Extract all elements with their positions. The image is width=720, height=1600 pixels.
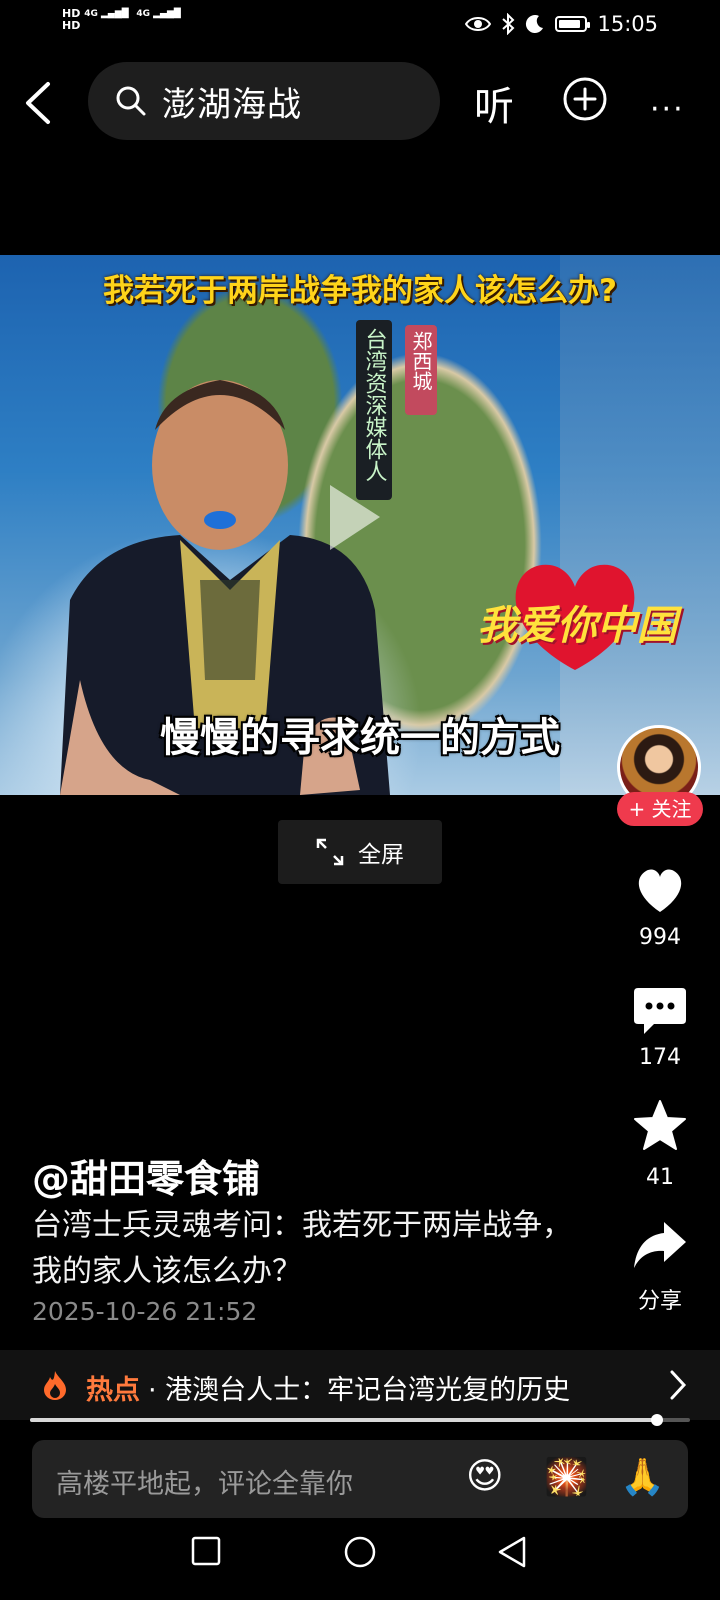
- emoji-heart-eyes-button[interactable]: 😍: [466, 1456, 504, 1497]
- search-icon: [116, 86, 146, 116]
- more-icon[interactable]: ···: [650, 92, 685, 127]
- search-query: 澎湖海战: [162, 84, 302, 125]
- signal-icon-2: 4G ▂▄▆█: [136, 9, 181, 19]
- signal-icon-1: 4G ▂▄▆█: [84, 9, 129, 19]
- moon-icon: [526, 15, 544, 34]
- logo-text: 我爱你中国: [477, 603, 677, 649]
- comment-icon[interactable]: [632, 982, 688, 1038]
- fullscreen-button[interactable]: 全屏: [278, 820, 442, 884]
- progress-handle[interactable]: [651, 1414, 663, 1426]
- hot-topic-text[interactable]: · 港澳台人士：牢记台湾光复的历史: [148, 1368, 570, 1407]
- emoji-pray-button[interactable]: 🙏: [620, 1456, 665, 1498]
- like-count: 994: [639, 925, 681, 950]
- search-bar[interactable]: 澎湖海战: [88, 62, 440, 140]
- back-icon[interactable]: [18, 78, 62, 128]
- follow-button[interactable]: + 关注: [617, 792, 703, 826]
- bluetooth-icon: [502, 13, 515, 35]
- expand-icon: [316, 838, 344, 866]
- comment-placeholder: 高楼平地起，评论全靠你: [56, 1469, 353, 1500]
- clock: 15:05: [597, 12, 658, 36]
- signal-indicators: HD 4G ▂▄▆█ 4G ▂▄▆█ HD: [62, 8, 181, 32]
- hot-label: 热点: [86, 1375, 140, 1406]
- battery-icon: [555, 16, 591, 32]
- video-title-overlay: 我若死于两岸战争我的家人该怎么办?: [103, 273, 617, 309]
- author-handle[interactable]: @甜田零食铺: [32, 1148, 260, 1203]
- flame-icon: [44, 1371, 66, 1400]
- fullscreen-label: 全屏: [358, 842, 404, 868]
- eye-icon: [465, 17, 492, 31]
- role-tag: 台湾资深媒体人: [356, 320, 392, 500]
- like-heart-icon[interactable]: [632, 862, 688, 918]
- add-icon[interactable]: [562, 76, 608, 122]
- listen-button[interactable]: 听: [474, 74, 514, 132]
- favorite-count: 41: [646, 1165, 674, 1190]
- back-nav-icon[interactable]: [496, 1535, 528, 1569]
- share-icon[interactable]: [632, 1218, 688, 1274]
- share-label: 分享: [637, 1289, 682, 1314]
- chevron-right-icon[interactable]: [668, 1368, 688, 1402]
- comment-count: 174: [639, 1045, 681, 1070]
- post-date: 2025-10-26 21:52: [32, 1297, 258, 1326]
- video-player[interactable]: 我若死于两岸战争我的家人该怎么办? 台湾资深媒体人 郑西城 我爱你中国 慢慢的寻…: [0, 255, 720, 795]
- emoji-fireworks-button[interactable]: 🎇: [544, 1456, 589, 1498]
- recent-apps-icon[interactable]: [190, 1535, 222, 1567]
- status-bar: HD 4G ▂▄▆█ 4G ▂▄▆█ HD 15:05: [0, 0, 720, 48]
- home-icon[interactable]: [343, 1535, 377, 1569]
- name-tag: 郑西城: [405, 325, 437, 415]
- status-right: 15:05: [465, 10, 658, 38]
- hd-badge-2: HD: [62, 19, 81, 32]
- progress-fill: [30, 1418, 657, 1422]
- play-icon[interactable]: [325, 480, 385, 555]
- star-icon[interactable]: [632, 1098, 688, 1154]
- playback-progress[interactable]: [30, 1414, 690, 1426]
- post-description: 台湾士兵灵魂考问：我若死于两岸战争，我的家人该怎么办？: [32, 1208, 572, 1289]
- video-subtitle: 慢慢的寻求统一的方式: [160, 715, 560, 761]
